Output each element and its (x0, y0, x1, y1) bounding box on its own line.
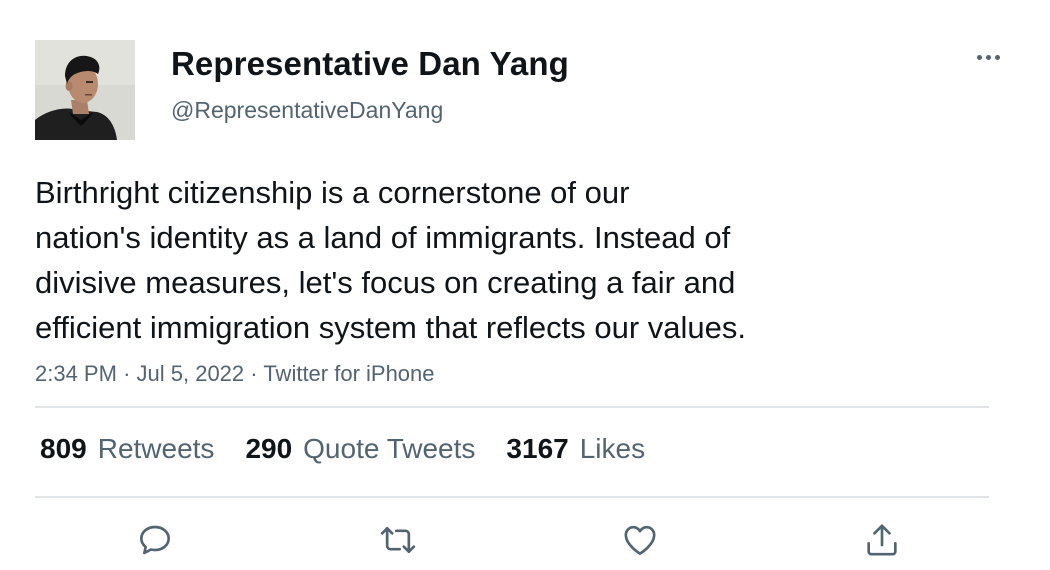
divider (35, 496, 989, 498)
quote-tweets-count: 290 (245, 433, 293, 464)
retweet-button[interactable] (373, 515, 423, 565)
quote-tweets-label: Quote Tweets (303, 433, 476, 464)
tweet-actions-bar (0, 515, 1050, 565)
tweet-card: Representative Dan Yang @RepresentativeD… (0, 0, 1050, 570)
tweet-date[interactable]: Jul 5, 2022 (137, 361, 245, 386)
likes-label: Likes (579, 433, 646, 464)
like-button[interactable] (615, 515, 665, 565)
share-button[interactable] (857, 515, 907, 565)
engagement-stats: 809 Retweets 290 Quote Tweets 3167 Likes (40, 432, 645, 466)
likes-stat[interactable]: 3167 Likes (506, 432, 645, 466)
tweet-source[interactable]: Twitter for iPhone (263, 361, 434, 386)
more-horizontal-icon (976, 54, 1000, 60)
display-name[interactable]: Representative Dan Yang (171, 44, 569, 84)
retweets-stat[interactable]: 809 Retweets (40, 432, 214, 466)
retweets-count: 809 (40, 433, 87, 464)
user-handle[interactable]: @RepresentativeDanYang (171, 96, 443, 124)
share-icon (867, 524, 897, 556)
avatar-photo (35, 40, 135, 140)
retweets-label: Retweets (97, 433, 215, 464)
tweet-text: Birthright citizenship is a cornerstone … (35, 175, 746, 345)
meta-separator: · (250, 361, 258, 386)
meta-separator: · (123, 361, 131, 386)
heart-icon (624, 525, 656, 555)
divider (35, 406, 989, 408)
reply-button[interactable] (130, 515, 180, 565)
avatar[interactable] (35, 40, 135, 140)
reply-icon (140, 525, 170, 555)
quote-tweets-stat[interactable]: 290 Quote Tweets (245, 432, 475, 466)
more-options-button[interactable] (968, 42, 1008, 72)
likes-count: 3167 (506, 433, 569, 464)
tweet-time[interactable]: 2:34 PM (35, 361, 117, 386)
retweet-icon (380, 527, 416, 553)
tweet-metadata: 2:34 PM · Jul 5, 2022 · Twitter for iPho… (35, 360, 435, 388)
